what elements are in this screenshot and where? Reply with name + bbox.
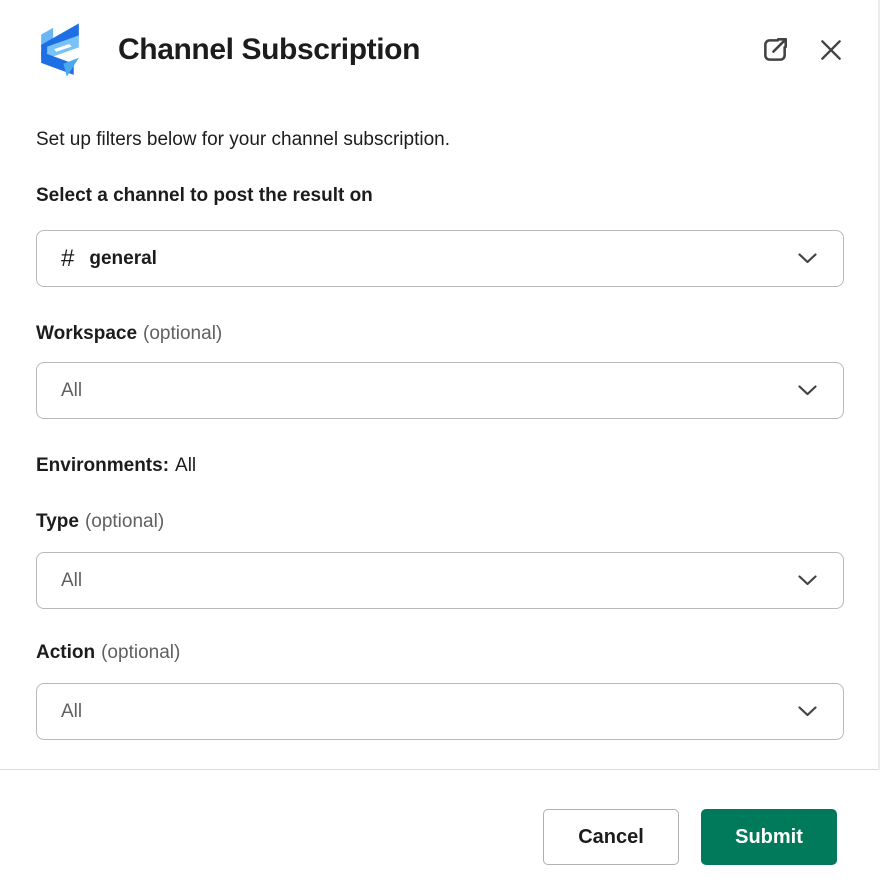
modal-header: Channel Subscription [36,22,844,78]
workspace-label-text: Workspace [36,323,137,344]
type-select-value: All [61,570,82,592]
chevron-down-icon [798,385,817,396]
type-optional-text: (optional) [85,511,164,532]
channel-hash-icon: # [61,245,74,273]
type-label-text: Type [36,511,79,532]
chevron-down-icon [798,575,817,586]
close-button[interactable] [818,37,844,63]
environments-label: Environments: [36,455,169,476]
chevron-down-icon [798,253,817,264]
type-field-label: Type (optional) [36,510,844,534]
channel-select[interactable]: # general [36,230,844,287]
close-icon [818,37,844,63]
open-external-button[interactable] [760,35,790,65]
workspace-select-value: All [61,380,82,402]
external-link-icon [760,35,790,65]
environments-value: All [175,455,196,476]
intro-text: Set up filters below for your channel su… [36,128,844,152]
environments-line: Environments: All [36,454,844,478]
chevron-down-icon [798,706,817,717]
modal-footer: Cancel Submit [0,770,880,865]
modal-title: Channel Subscription [118,33,420,67]
action-field-label: Action (optional) [36,641,844,665]
modal-body: Set up filters below for your channel su… [0,128,880,740]
workspace-select[interactable]: All [36,362,844,419]
action-optional-text: (optional) [101,642,180,663]
workspace-field-label: Workspace (optional) [36,322,844,346]
channel-select-value: general [89,248,157,270]
channel-subscription-modal: Channel Subscription Set up filters belo… [0,0,880,892]
channel-field-label: Select a channel to post the result on [36,184,844,208]
action-select[interactable]: All [36,683,844,740]
type-select[interactable]: All [36,552,844,609]
submit-button[interactable]: Submit [701,809,837,865]
workspace-optional-text: (optional) [143,323,222,344]
header-actions [760,35,844,65]
action-label-text: Action [36,642,95,663]
action-select-value: All [61,701,82,723]
cancel-button[interactable]: Cancel [543,809,679,865]
app-logo-icon [36,23,84,77]
